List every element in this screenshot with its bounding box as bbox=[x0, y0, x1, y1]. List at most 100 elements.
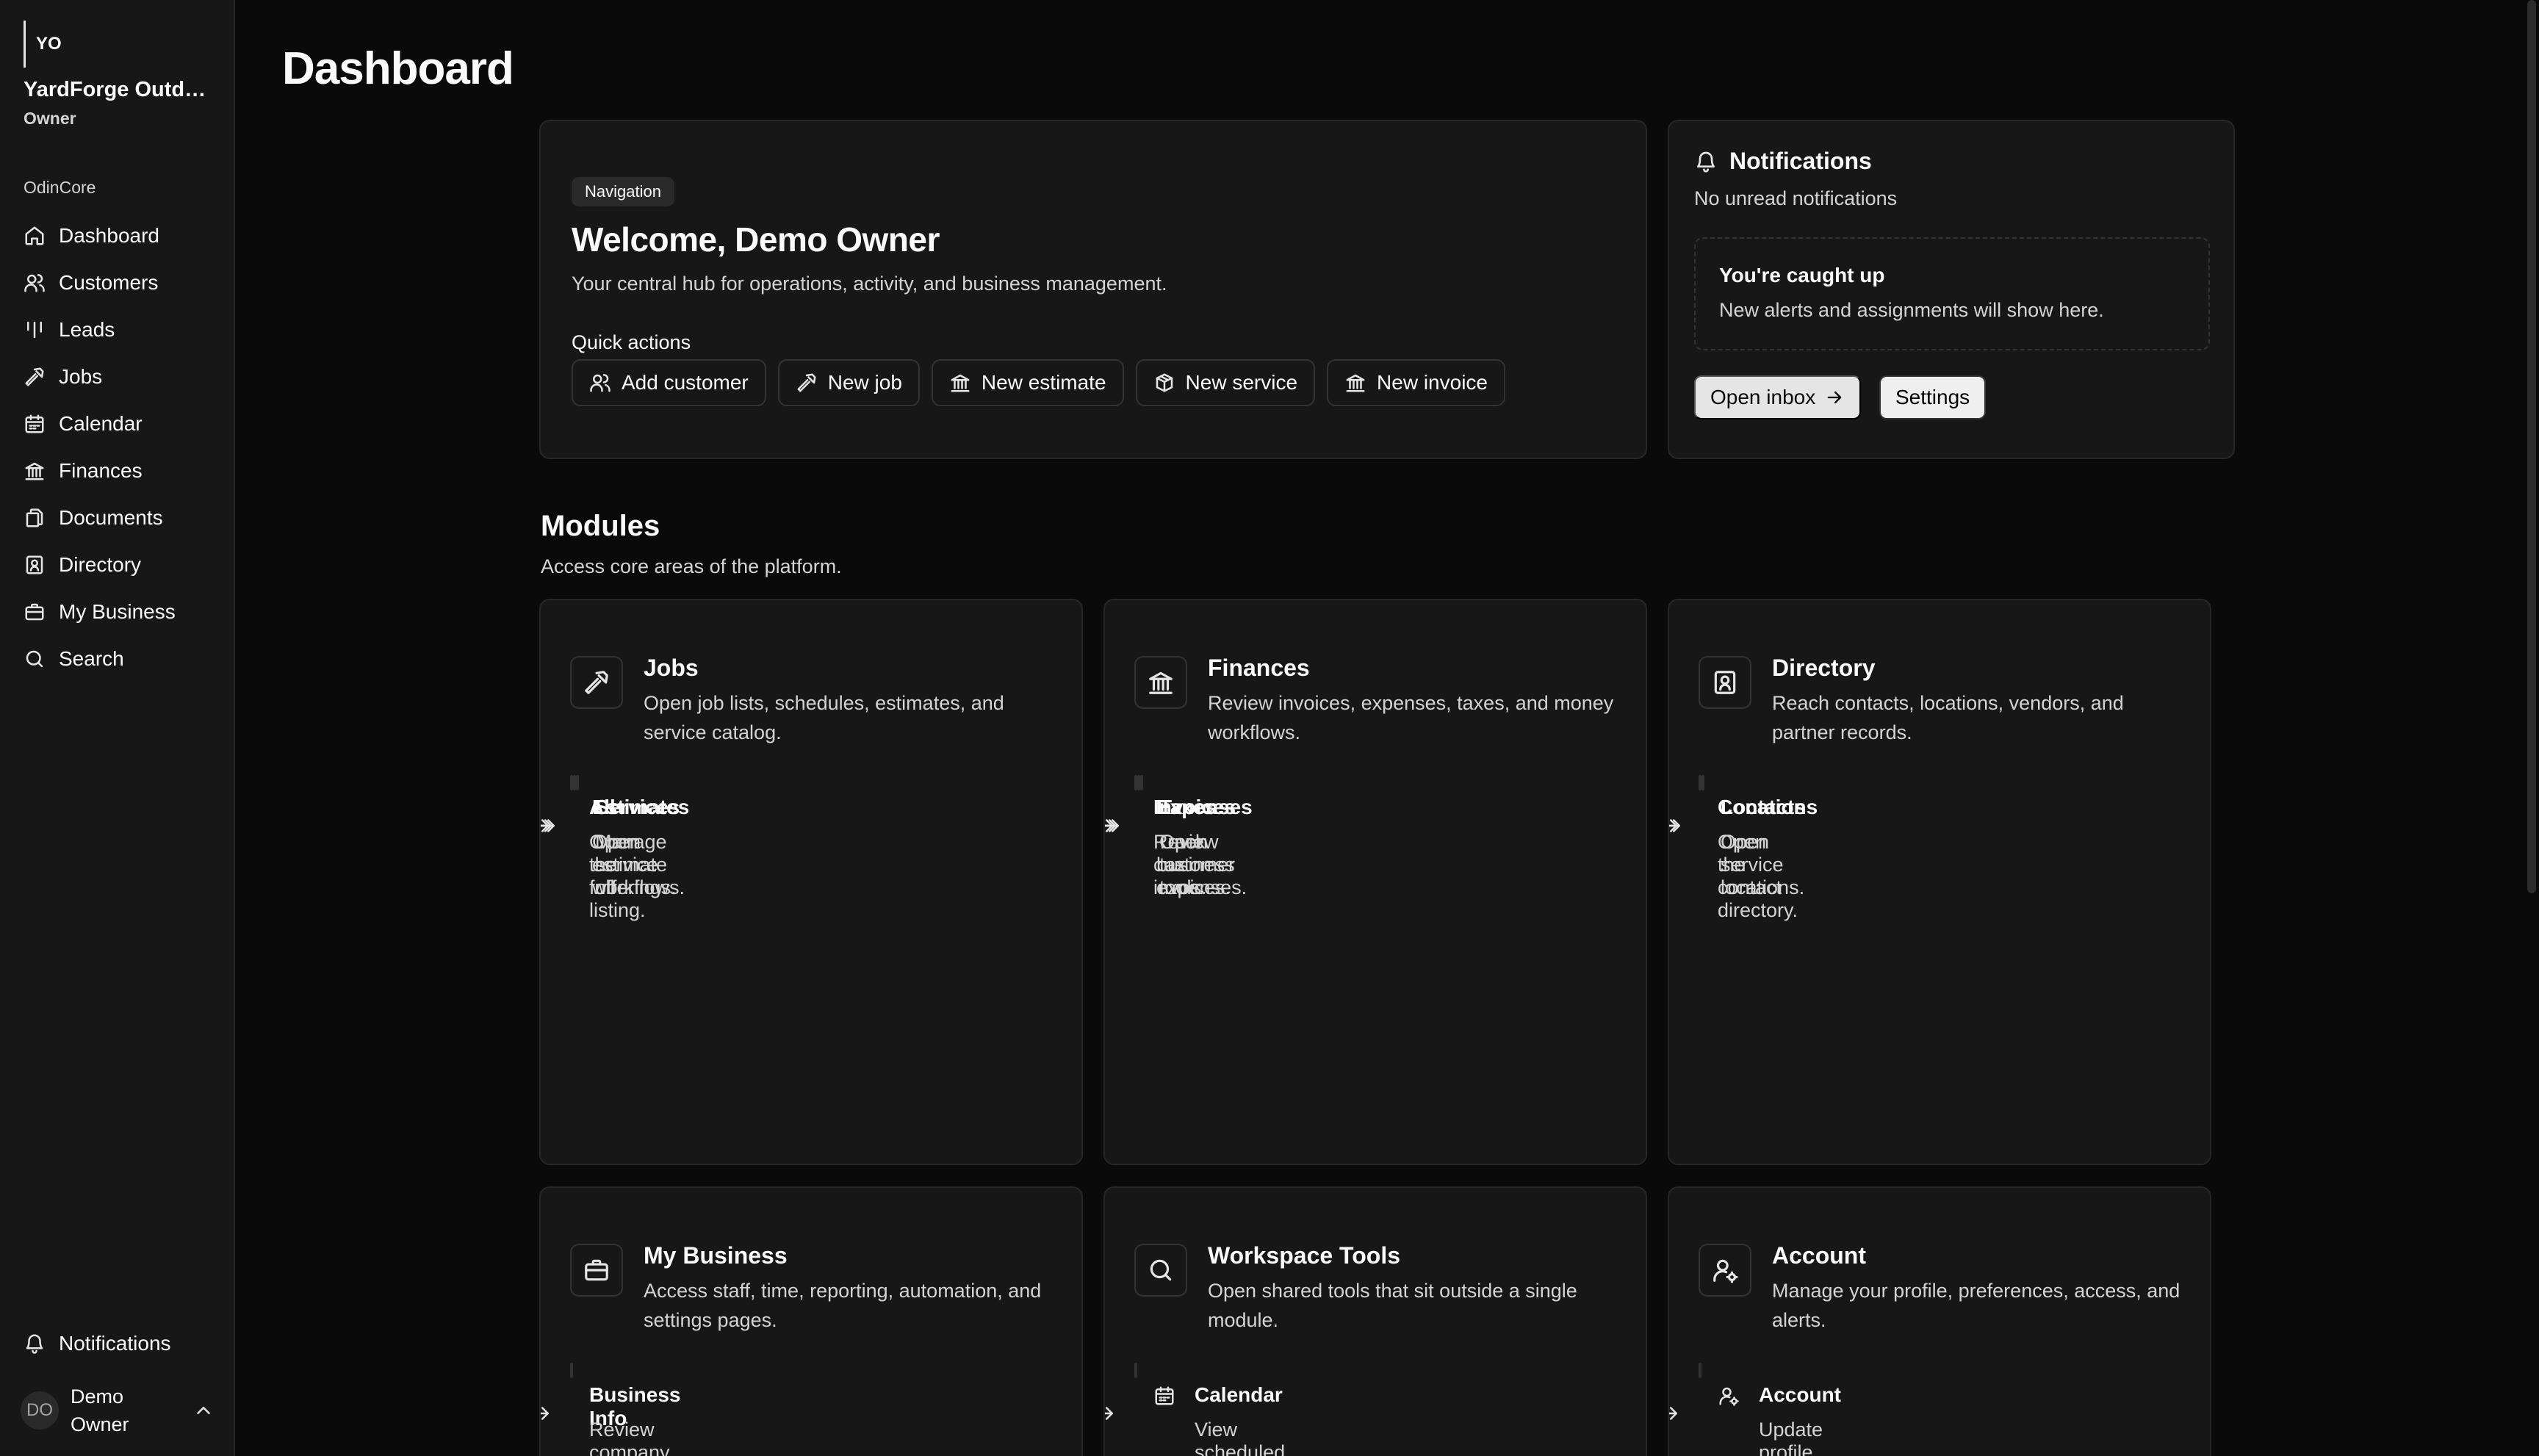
welcome-title: Welcome, Demo Owner bbox=[572, 220, 940, 259]
sidebar-item-directory[interactable]: Directory bbox=[12, 541, 223, 588]
arrow-right-icon bbox=[541, 1407, 549, 1420]
user-gear-icon bbox=[1719, 1387, 1739, 1406]
link-title: Calendar bbox=[1195, 1383, 1283, 1406]
sidebar-item-label: Notifications bbox=[59, 1332, 171, 1355]
link-title: Account bbox=[1759, 1383, 1841, 1406]
hammer-icon bbox=[797, 373, 816, 392]
new-job-button[interactable]: New job bbox=[777, 359, 920, 406]
bell-icon bbox=[1697, 151, 1715, 173]
new-service-button[interactable]: New service bbox=[1135, 359, 1316, 406]
module-description: Open job lists, schedules, estimates, an… bbox=[644, 692, 1004, 743]
module-icon-box bbox=[1699, 1244, 1751, 1297]
button-label: New service bbox=[1185, 371, 1298, 394]
nav-group-label: OdinCore bbox=[24, 178, 96, 197]
sidebar-item-finances[interactable]: Finances bbox=[12, 447, 223, 494]
workspace-avatar[interactable]: YO bbox=[24, 21, 68, 68]
module-description: Manage your profile, preferences, access… bbox=[1772, 1280, 2180, 1331]
welcome-card: Navigation Welcome, Demo Owner Your cent… bbox=[539, 120, 1647, 459]
module-link-calendar[interactable]: Calendar View scheduled work and bbox=[1105, 1363, 1285, 1456]
sidebar-item-customers[interactable]: Customers bbox=[12, 259, 223, 306]
arrow-right-icon bbox=[1105, 819, 1119, 832]
module-description: Review invoices, expenses, taxes, and mo… bbox=[1208, 692, 1614, 743]
quick-actions-label: Quick actions bbox=[572, 331, 691, 353]
module-icon-box bbox=[1134, 656, 1187, 709]
user-menu[interactable]: DO Demo Owner bbox=[21, 1381, 220, 1440]
bell-icon bbox=[26, 1334, 43, 1354]
sidebar-item-calendar[interactable]: Calendar bbox=[12, 400, 223, 447]
sidebar-item-label: Finances bbox=[59, 459, 143, 482]
module-link-account[interactable]: Account Update profile, preferences, sec… bbox=[1669, 1363, 1841, 1456]
module-card-directory: Directory Reach contacts, locations, ven… bbox=[1668, 599, 2211, 1165]
module-card-jobs: Jobs Open job lists, schedules, estimate… bbox=[539, 599, 1083, 1165]
empty-state-subtitle: New alerts and assignments will show her… bbox=[1719, 299, 2104, 321]
sidebar-item-label: Customers bbox=[59, 271, 159, 294]
button-label: New job bbox=[827, 371, 902, 394]
module-description: Access staff, time, reporting, automatio… bbox=[644, 1280, 1042, 1331]
documents-icon bbox=[26, 508, 43, 527]
sidebar-item-label: Documents bbox=[59, 506, 163, 529]
link-description: View scheduled work and bbox=[1195, 1419, 1286, 1456]
new-estimate-button[interactable]: New estimate bbox=[931, 359, 1124, 406]
bank-icon bbox=[951, 374, 970, 392]
search-icon bbox=[26, 650, 43, 668]
modules-title: Modules bbox=[541, 510, 660, 542]
notifications-empty-state: You're caught up New alerts and assignme… bbox=[1694, 237, 2210, 350]
page-scrollbar[interactable] bbox=[2527, 0, 2536, 893]
module-link-services[interactable]: Services Manage service offerings. bbox=[541, 775, 680, 898]
welcome-subtitle: Your central hub for operations, activit… bbox=[572, 273, 1167, 295]
notifications-title: Notifications bbox=[1729, 148, 1872, 174]
button-label: New invoice bbox=[1377, 371, 1488, 394]
bars-icon bbox=[27, 321, 42, 339]
chevron-up-icon bbox=[197, 1407, 210, 1414]
contact-book-icon bbox=[26, 555, 43, 574]
link-title: Taxes bbox=[1159, 796, 1217, 818]
button-label: Open inbox bbox=[1710, 386, 1816, 408]
module-link-locations[interactable]: Locations Open service locations. bbox=[1669, 775, 1818, 898]
module-link-taxes[interactable]: Taxes Open tax tools. bbox=[1105, 775, 1216, 898]
user-name: Demo Owner bbox=[71, 1385, 129, 1435]
user-gear-icon bbox=[1713, 1259, 1738, 1283]
sidebar-item-notifications[interactable]: Notifications bbox=[12, 1320, 223, 1367]
link-description: Open service locations. bbox=[1721, 831, 1805, 898]
link-description: Review company profile details. bbox=[589, 1419, 670, 1456]
sidebar-item-documents[interactable]: Documents bbox=[12, 494, 223, 541]
arrow-right-icon bbox=[1105, 1407, 1113, 1420]
briefcase-icon bbox=[585, 1259, 608, 1281]
sidebar-item-my-business[interactable]: My Business bbox=[12, 588, 223, 635]
new-invoice-button[interactable]: New invoice bbox=[1327, 359, 1505, 406]
settings-button[interactable]: Settings bbox=[1879, 375, 1987, 419]
sidebar-item-jobs[interactable]: Jobs bbox=[12, 353, 223, 400]
avatar: DO bbox=[21, 1391, 59, 1430]
arrow-right-icon bbox=[1669, 1407, 1677, 1420]
sidebar-item-label: Jobs bbox=[59, 365, 103, 388]
arrow-right-icon bbox=[1669, 819, 1680, 832]
modules-subtitle: Access core areas of the platform. bbox=[541, 555, 842, 577]
hammer-icon bbox=[25, 367, 44, 386]
sidebar-item-label: My Business bbox=[59, 600, 176, 623]
sidebar-item-label: Directory bbox=[59, 553, 142, 576]
module-title: Jobs bbox=[644, 655, 699, 681]
briefcase-icon bbox=[25, 603, 44, 621]
module-description: Open shared tools that sit outside a sin… bbox=[1208, 1280, 1577, 1331]
sidebar-item-leads[interactable]: Leads bbox=[12, 306, 223, 353]
workspace-name[interactable]: YardForge Outdo... bbox=[24, 78, 215, 102]
contact-book-icon bbox=[1714, 671, 1736, 694]
quick-actions: Add customer New job New estimate New se… bbox=[572, 359, 1505, 406]
sidebar-item-dashboard[interactable]: Dashboard bbox=[12, 212, 223, 259]
users-icon bbox=[590, 374, 611, 392]
add-customer-button[interactable]: Add customer bbox=[572, 359, 766, 406]
module-card-account: Account Manage your profile, preferences… bbox=[1668, 1186, 2211, 1456]
module-link-business-info[interactable]: Business Info Review company profile det… bbox=[541, 1363, 681, 1456]
module-title: Workspace Tools bbox=[1208, 1242, 1400, 1269]
sidebar-item-label: Leads bbox=[59, 318, 115, 341]
link-description: Update profile, preferences, security, bbox=[1759, 1419, 1823, 1456]
sidebar-item-search[interactable]: Search bbox=[12, 635, 223, 682]
module-icon-box bbox=[570, 1244, 623, 1297]
module-card-workspace-tools: Workspace Tools Open shared tools that s… bbox=[1103, 1186, 1647, 1456]
module-title: Directory bbox=[1772, 655, 1876, 681]
button-label: Add customer bbox=[622, 371, 749, 394]
open-inbox-button[interactable]: Open inbox bbox=[1694, 375, 1862, 419]
calendar-icon bbox=[25, 414, 44, 433]
hammer-icon bbox=[585, 671, 608, 694]
notifications-subtitle: No unread notifications bbox=[1694, 187, 1898, 209]
